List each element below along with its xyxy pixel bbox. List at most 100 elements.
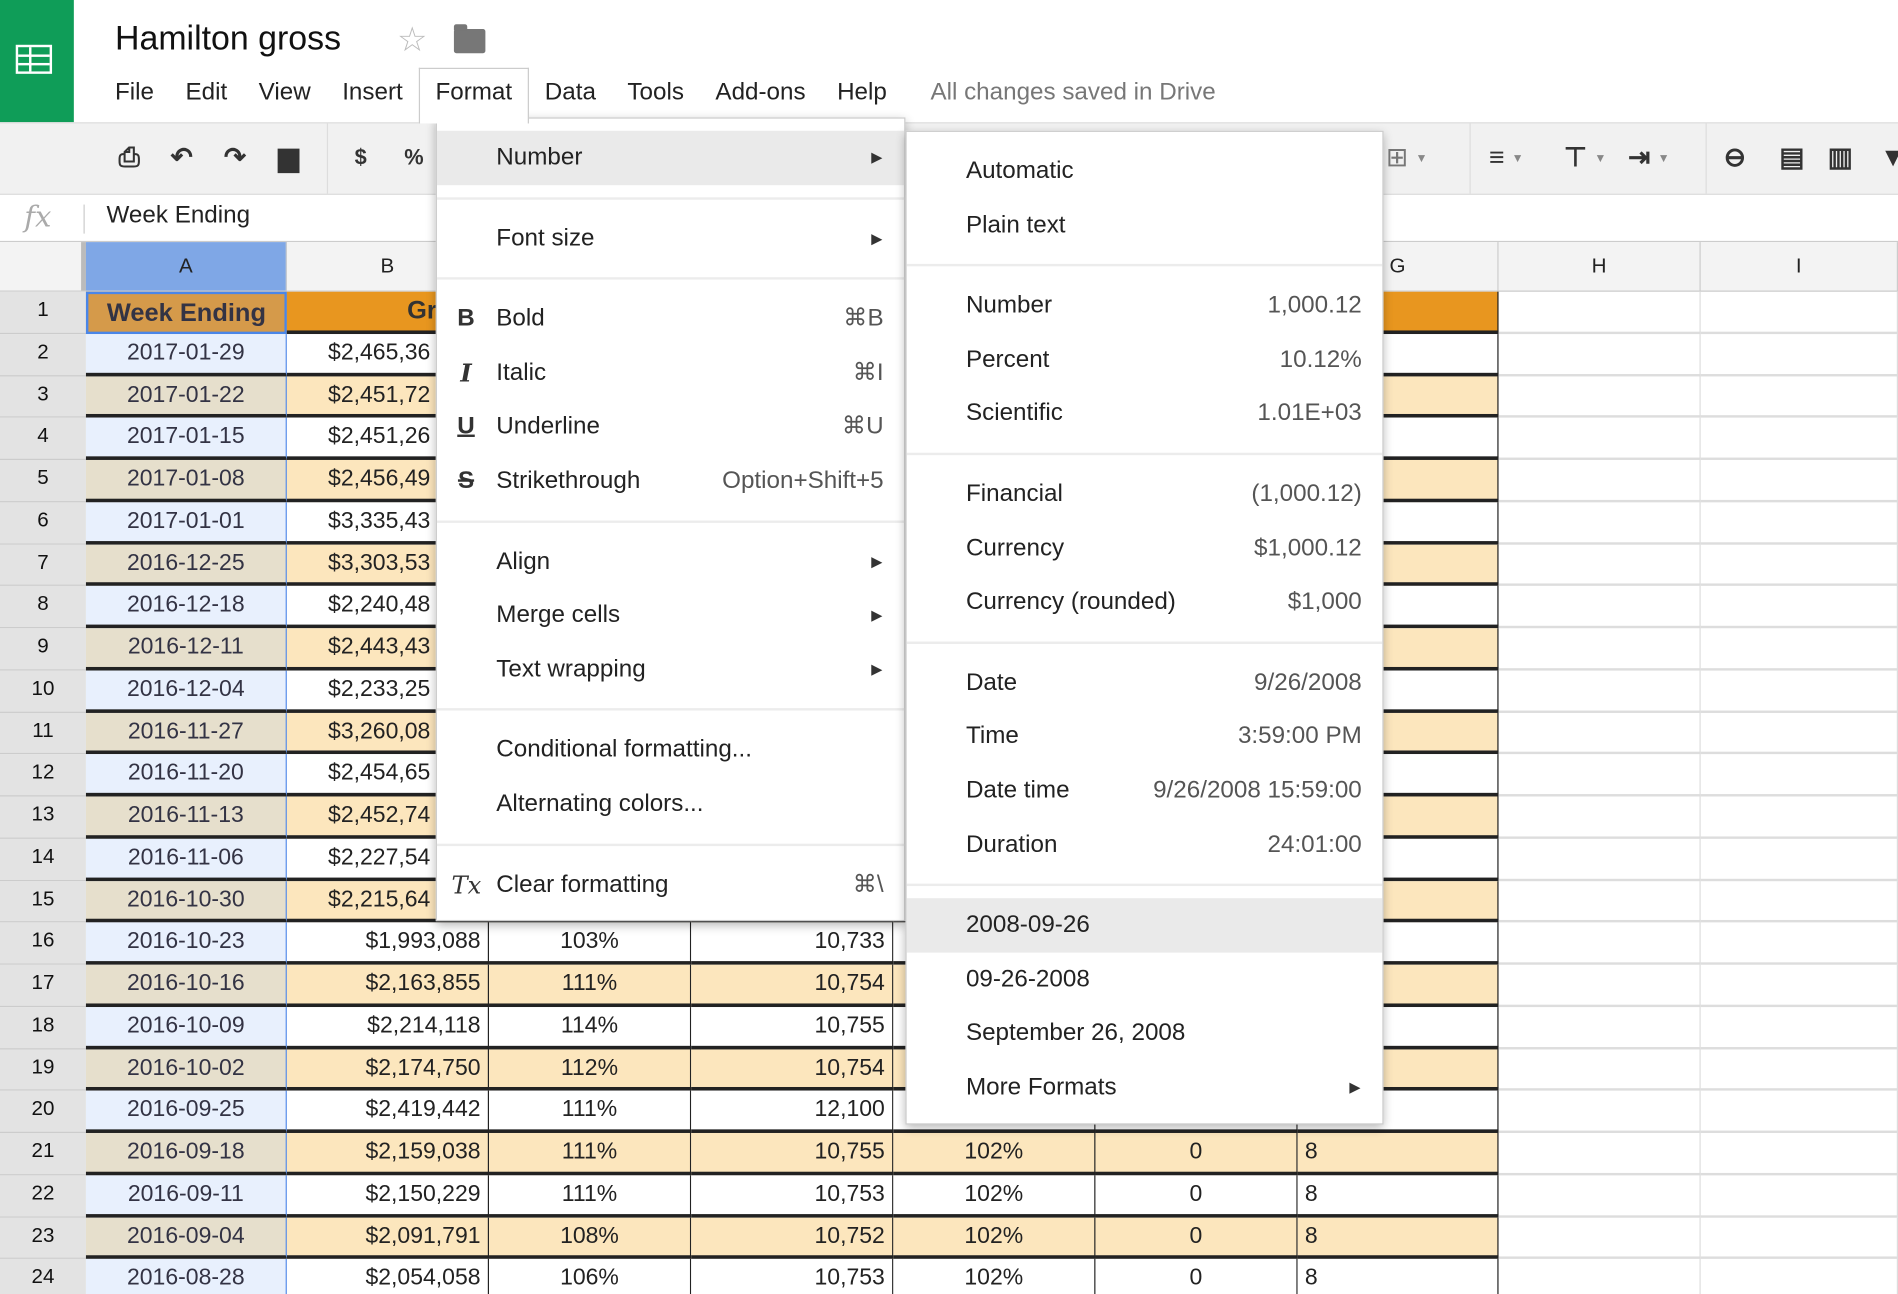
empty-cell[interactable]: [1498, 586, 1701, 629]
table-cell[interactable]: 2016-09-04: [85, 1217, 287, 1260]
redo-icon[interactable]: ↷: [224, 142, 246, 173]
empty-cell[interactable]: [1700, 838, 1898, 881]
header-cell[interactable]: Week Ending: [85, 291, 287, 334]
table-cell[interactable]: 10,755: [691, 1006, 894, 1049]
table-cell[interactable]: $2,091,791: [286, 1217, 490, 1260]
table-cell[interactable]: 111%: [489, 964, 692, 1007]
empty-cell[interactable]: [1498, 880, 1701, 923]
table-cell[interactable]: 2016-12-25: [85, 544, 287, 587]
table-cell[interactable]: 102%: [893, 1175, 1096, 1218]
menu-item-strikethrough[interactable]: S Strikethrough Option+Shift+5: [437, 454, 904, 508]
row-header[interactable]: 3: [0, 375, 86, 418]
table-cell[interactable]: 111%: [489, 1132, 692, 1176]
menu-item-09-26-2008[interactable]: 09-26-2008: [907, 952, 1383, 1006]
menu-item-italic[interactable]: I Italic ⌘I: [437, 346, 904, 400]
table-cell[interactable]: 2016-08-28: [85, 1259, 287, 1294]
table-cell[interactable]: $2,214,118: [286, 1006, 490, 1049]
row-header[interactable]: 22: [0, 1175, 86, 1218]
table-cell[interactable]: $2,174,750: [286, 1048, 490, 1091]
table-cell[interactable]: 2017-01-29: [85, 333, 287, 376]
menu-item-percent[interactable]: Percent 10.12%: [907, 333, 1383, 387]
empty-cell[interactable]: [1700, 1048, 1898, 1091]
empty-cell[interactable]: [1498, 1090, 1701, 1133]
menu-data[interactable]: Data: [529, 75, 612, 109]
table-cell[interactable]: 2016-09-18: [85, 1132, 287, 1176]
row-header[interactable]: 13: [0, 796, 86, 839]
menu-item-align[interactable]: Align ▶: [437, 534, 904, 588]
menu-item-plain-text[interactable]: Plain text: [907, 198, 1383, 252]
empty-cell[interactable]: [1700, 1175, 1898, 1218]
empty-cell[interactable]: [1498, 1132, 1701, 1176]
table-cell[interactable]: 0: [1095, 1259, 1298, 1294]
table-cell[interactable]: 2016-10-09: [85, 1006, 287, 1049]
row-header[interactable]: 4: [0, 417, 86, 460]
table-cell[interactable]: 10,752: [691, 1217, 894, 1260]
empty-cell[interactable]: [1498, 712, 1701, 755]
table-cell[interactable]: 2017-01-22: [85, 375, 287, 418]
row-header[interactable]: 16: [0, 922, 86, 965]
table-cell[interactable]: 102%: [893, 1217, 1096, 1260]
formula-input[interactable]: Week Ending: [107, 202, 251, 230]
table-cell[interactable]: 2016-10-23: [85, 922, 287, 965]
sheets-logo[interactable]: [0, 0, 74, 123]
row-header[interactable]: 7: [0, 544, 86, 587]
row-header[interactable]: 20: [0, 1090, 86, 1133]
empty-cell[interactable]: [1498, 1217, 1701, 1260]
row-header[interactable]: 14: [0, 838, 86, 881]
empty-cell[interactable]: [1700, 754, 1898, 797]
empty-cell[interactable]: [1498, 333, 1701, 376]
table-cell[interactable]: 111%: [489, 1175, 692, 1218]
text-wrapping-icon[interactable]: ⇥ ▼: [1628, 142, 1670, 173]
document-title[interactable]: Hamilton gross: [115, 19, 341, 58]
empty-cell[interactable]: [1498, 1175, 1701, 1218]
currency-format-button[interactable]: $: [355, 145, 367, 170]
empty-cell[interactable]: [1498, 291, 1701, 334]
table-cell[interactable]: 102%: [893, 1259, 1096, 1294]
row-header[interactable]: 23: [0, 1217, 86, 1260]
menu-edit[interactable]: Edit: [170, 75, 243, 109]
table-cell[interactable]: 10,753: [691, 1175, 894, 1218]
empty-cell[interactable]: [1700, 964, 1898, 1007]
table-cell[interactable]: 103%: [489, 922, 692, 965]
table-cell[interactable]: $2,054,058: [286, 1259, 490, 1294]
empty-cell[interactable]: [1498, 922, 1701, 965]
print-icon[interactable]: ⎙: [119, 142, 140, 173]
table-cell[interactable]: 102%: [893, 1132, 1096, 1176]
horizontal-align-icon[interactable]: ≡ ▼: [1489, 142, 1524, 173]
insert-link-icon[interactable]: ⊖: [1724, 142, 1746, 173]
menu-item-time[interactable]: Time 3:59:00 PM: [907, 710, 1383, 764]
table-cell[interactable]: 114%: [489, 1006, 692, 1049]
table-cell[interactable]: 10,733: [691, 922, 894, 965]
empty-cell[interactable]: [1498, 417, 1701, 460]
menu-item-text-wrapping[interactable]: Text wrapping ▶: [437, 642, 904, 696]
empty-cell[interactable]: [1700, 333, 1898, 376]
table-cell[interactable]: 111%: [489, 1090, 692, 1133]
row-header[interactable]: 5: [0, 459, 86, 503]
empty-cell[interactable]: [1700, 628, 1898, 671]
menu-item-clear-formatting[interactable]: Tx Clear formatting ⌘\: [437, 858, 904, 912]
empty-cell[interactable]: [1498, 375, 1701, 418]
table-cell[interactable]: 108%: [489, 1217, 692, 1260]
row-header[interactable]: 18: [0, 1006, 86, 1049]
merge-cells-icon[interactable]: ⊞ ▼: [1386, 142, 1428, 173]
menu-item-underline[interactable]: U Underline ⌘U: [437, 400, 904, 454]
empty-cell[interactable]: [1701, 1259, 1898, 1294]
empty-cell[interactable]: [1498, 544, 1701, 587]
table-cell[interactable]: 0: [1095, 1217, 1298, 1260]
menu-item-number[interactable]: Number 1,000.12: [907, 279, 1383, 333]
empty-cell[interactable]: [1700, 544, 1898, 587]
row-header[interactable]: 1: [0, 291, 86, 334]
table-cell[interactable]: $2,163,855: [286, 964, 490, 1007]
menu-help[interactable]: Help: [821, 75, 902, 109]
table-cell[interactable]: 2016-11-27: [85, 712, 287, 755]
empty-cell[interactable]: [1700, 502, 1898, 545]
table-cell[interactable]: 2017-01-15: [85, 417, 287, 460]
table-cell[interactable]: 2016-12-04: [85, 670, 287, 713]
table-cell[interactable]: 0: [1095, 1175, 1298, 1218]
table-cell[interactable]: $2,419,442: [286, 1090, 490, 1133]
menu-item-scientific[interactable]: Scientific 1.01E+03: [907, 387, 1383, 441]
table-cell[interactable]: 2016-12-11: [85, 628, 287, 671]
menu-addons[interactable]: Add-ons: [700, 75, 822, 109]
menu-item-more-formats[interactable]: More Formats ▶: [907, 1060, 1383, 1114]
vertical-align-icon[interactable]: ⊤ ▼: [1564, 142, 1606, 173]
